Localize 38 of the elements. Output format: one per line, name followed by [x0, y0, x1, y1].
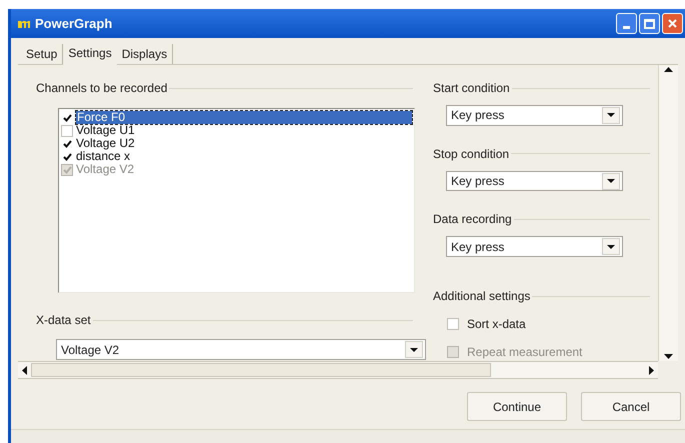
scroll-right-icon[interactable] — [649, 366, 654, 374]
tab[interactable]: Displays — [116, 44, 174, 64]
scroll-thumb[interactable] — [31, 363, 491, 377]
checkbox[interactable] — [61, 124, 73, 136]
option-label: Repeat measurement — [467, 344, 582, 362]
group-label: X-data set — [36, 312, 91, 329]
window-title: PowerGraph — [35, 14, 112, 33]
horizontal-scrollbar[interactable] — [18, 361, 658, 379]
group-label: Stop condition — [433, 146, 510, 163]
dropdown-value: Key press — [451, 107, 504, 124]
x-data-dropdown[interactable]: Voltage V2 — [56, 339, 426, 360]
dropdown-value: Key press — [451, 173, 504, 190]
scroll-up-icon[interactable] — [664, 67, 673, 72]
scroll-down-icon[interactable] — [664, 354, 673, 359]
close-button[interactable] — [662, 13, 683, 34]
dropdown-value: Voltage V2 — [61, 342, 120, 358]
list-item[interactable]: Voltage U2 — [76, 137, 135, 150]
list-item[interactable]: Voltage U1 — [76, 124, 135, 137]
dropdown-value: Key press — [451, 238, 504, 256]
maximize-button[interactable] — [639, 13, 660, 34]
dialog-button[interactable]: Cancel — [581, 392, 681, 421]
vertical-scrollbar[interactable] — [658, 65, 678, 361]
minimize-button[interactable] — [616, 13, 637, 34]
group-label: Start condition — [433, 80, 510, 97]
option-label: Sort x-data — [467, 316, 526, 334]
group-label: Data recording — [433, 211, 512, 228]
group-label: Channels to be recorded — [36, 80, 168, 97]
close-icon — [667, 18, 678, 29]
list-item[interactable]: distance x — [76, 150, 130, 163]
condition-dropdown[interactable]: Key press — [446, 105, 623, 126]
list-item[interactable]: Force F0 — [76, 111, 412, 124]
app-icon — [17, 18, 31, 28]
dialog-button[interactable]: Continue — [467, 392, 567, 421]
condition-dropdown[interactable]: Key press — [446, 170, 623, 192]
condition-dropdown[interactable]: Key press — [446, 236, 623, 258]
checkbox[interactable] — [447, 318, 459, 330]
scroll-left-icon[interactable] — [22, 366, 27, 374]
group-label: Additional settings — [433, 288, 530, 306]
